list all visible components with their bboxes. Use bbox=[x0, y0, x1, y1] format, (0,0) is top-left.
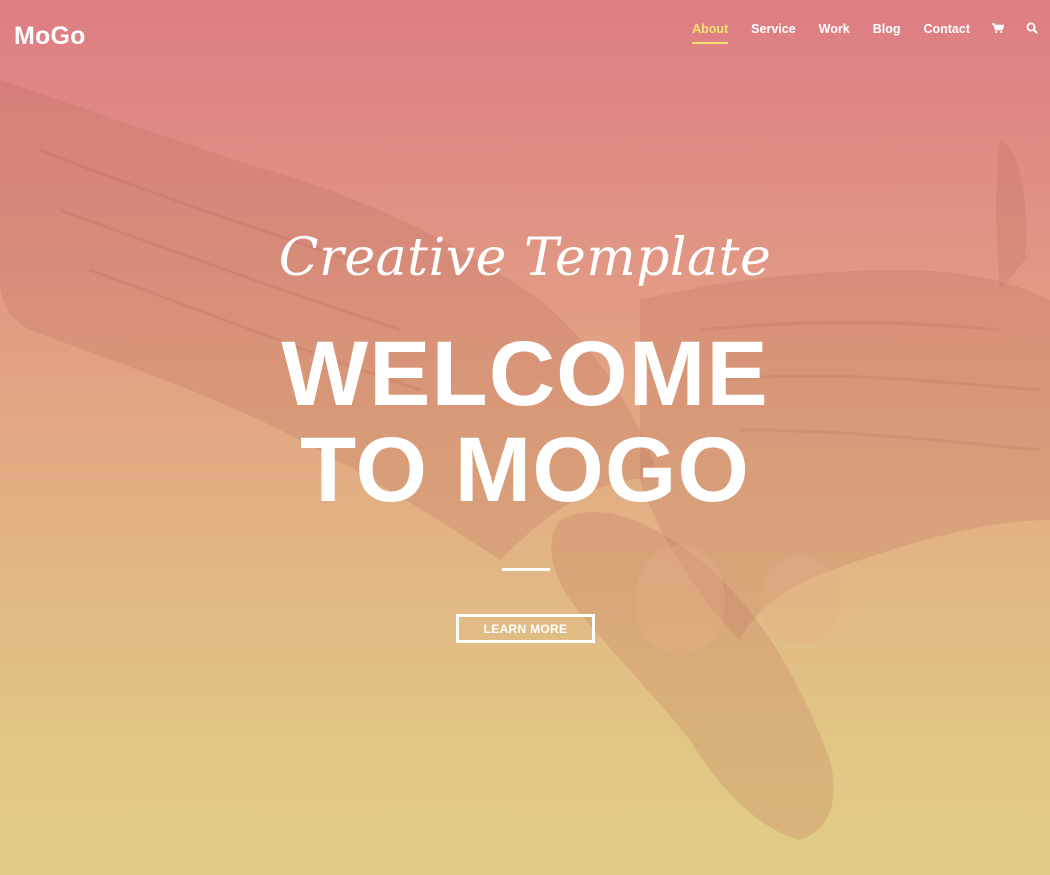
hero-tagline: Creative Template bbox=[278, 228, 772, 288]
learn-more-button[interactable]: LEARN MORE bbox=[456, 614, 595, 643]
hero-title: WELCOME TO MOGO bbox=[0, 326, 1050, 518]
site-logo[interactable]: MoGo bbox=[14, 22, 86, 51]
nav-item-service[interactable]: Service bbox=[751, 20, 795, 44]
hero-divider bbox=[502, 568, 550, 571]
search-icon[interactable] bbox=[1026, 22, 1038, 42]
hero-title-line-1: WELCOME bbox=[281, 323, 769, 425]
main-nav: About Service Work Blog Contact bbox=[669, 20, 1038, 44]
nav-item-work[interactable]: Work bbox=[819, 20, 850, 44]
hero-section: MoGo About Service Work Blog Contact Cre… bbox=[0, 0, 1050, 875]
site-header: MoGo About Service Work Blog Contact bbox=[0, 0, 1050, 76]
nav-item-contact[interactable]: Contact bbox=[923, 20, 970, 44]
nav-item-about[interactable]: About bbox=[692, 20, 729, 44]
hero-title-line-2: TO MOGO bbox=[300, 419, 750, 521]
cart-icon[interactable] bbox=[992, 22, 1004, 42]
nav-item-blog[interactable]: Blog bbox=[873, 20, 901, 44]
